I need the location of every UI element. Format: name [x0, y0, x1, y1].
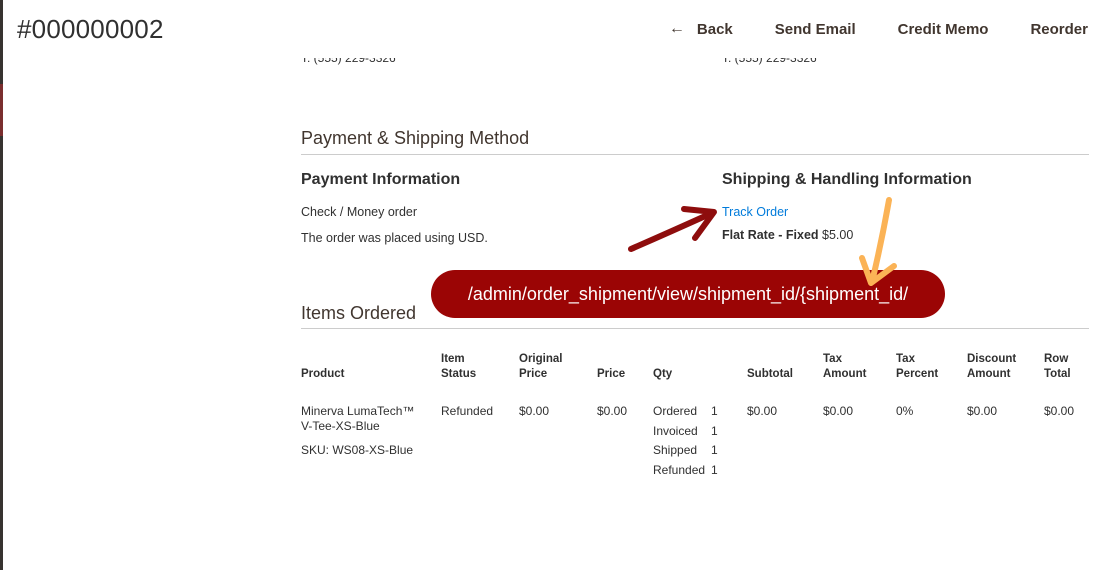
sidebar-active-indicator — [0, 84, 3, 136]
col-original-price: Original Price — [519, 353, 563, 380]
red-arrow-icon — [628, 206, 717, 252]
col-discount-amount: Discount Amount — [967, 353, 1017, 380]
section-divider — [301, 328, 1089, 329]
track-order-link[interactable]: Track Order — [722, 205, 788, 219]
product-name: Minerva LumaTech™ V-Tee-XS-Blue — [301, 404, 415, 433]
arrow-left-icon: ← — [668, 20, 685, 37]
price: $0.00 — [597, 404, 628, 418]
shipping-handling-title: Shipping & Handling Information — [722, 171, 972, 188]
col-price: Price — [597, 368, 626, 380]
shipping-method-price: $5.00 — [822, 228, 854, 242]
qty-label: Invoiced — [653, 423, 698, 438]
currency-note: The order was placed using USD. — [301, 231, 488, 245]
table-row: Minerva LumaTech™ V-Tee-XS-Blue SKU: WS08… — [301, 382, 1089, 478]
table-header-row: Product Item Status Original Price Price Q… — [301, 352, 1089, 382]
tax-amount: $0.00 — [823, 404, 854, 418]
qty-value: 1 — [711, 462, 718, 477]
qty-value: 1 — [711, 443, 718, 457]
qty-label: Refunded — [653, 462, 706, 477]
payment-information-title: Payment Information — [301, 171, 461, 188]
col-row-total: Row Total — [1044, 353, 1071, 380]
items-ordered-title: Items Ordered — [301, 303, 417, 323]
shipping-method: Flat Rate - Fixed $5.00 — [722, 228, 853, 242]
product-sku: SKU: WS08-XS-Blue — [301, 443, 414, 457]
qty-value: 1 — [711, 404, 718, 418]
page-title: #000000002 — [17, 14, 164, 44]
col-tax-amount: Tax Amount — [823, 353, 867, 380]
payment-method: Check / Money order — [301, 205, 418, 219]
url-annotation-text: /admin/order_shipment/view/shipment_id/{… — [467, 283, 909, 304]
item-status: Refunded — [441, 404, 494, 418]
qty-label: Ordered — [653, 404, 698, 418]
back-button[interactable]: ← Back — [669, 20, 733, 38]
shipping-method-label: Flat Rate - Fixed — [722, 228, 819, 242]
reorder-button[interactable]: Reorder — [1030, 20, 1088, 38]
url-annotation-pill: /admin/order_shipment/view/shipment_id/{… — [431, 270, 945, 318]
section-divider — [301, 154, 1089, 155]
qty-value: 1 — [711, 423, 718, 438]
admin-sidebar-edge — [0, 0, 3, 570]
col-qty: Qty — [653, 368, 673, 380]
qty-label: Shipped — [653, 443, 698, 457]
page-actions: ← Back Send Email Credit Memo Reorder — [669, 20, 1088, 38]
product-cell: Minerva LumaTech™ V-Tee-XS-Blue SKU: WS08… — [301, 382, 441, 478]
discount-amount: $0.00 — [967, 404, 998, 418]
page-header: #000000002 ← Back Send Email Credit Memo… — [3, 0, 1112, 58]
back-label: Back — [696, 20, 733, 38]
send-email-button[interactable]: Send Email — [775, 20, 856, 38]
qty-cell: Ordered 1 Invoiced 1 Shipped 1 Refunded 1 — [653, 382, 747, 478]
original-price: $0.00 — [519, 404, 550, 418]
subtotal: $0.00 — [747, 404, 778, 418]
items-ordered-table: Product Item Status Original Price Price Q… — [301, 352, 1089, 478]
payment-shipping-section-title: Payment & Shipping Method — [301, 128, 530, 148]
col-product: Product — [301, 368, 345, 380]
col-subtotal: Subtotal — [747, 368, 793, 380]
tax-percent: 0% — [896, 404, 914, 418]
credit-memo-button[interactable]: Credit Memo — [898, 20, 989, 38]
row-total: $0.00 — [1044, 404, 1075, 418]
col-tax-percent: Tax Percent — [896, 353, 939, 380]
col-item-status: Item Status — [441, 353, 477, 380]
